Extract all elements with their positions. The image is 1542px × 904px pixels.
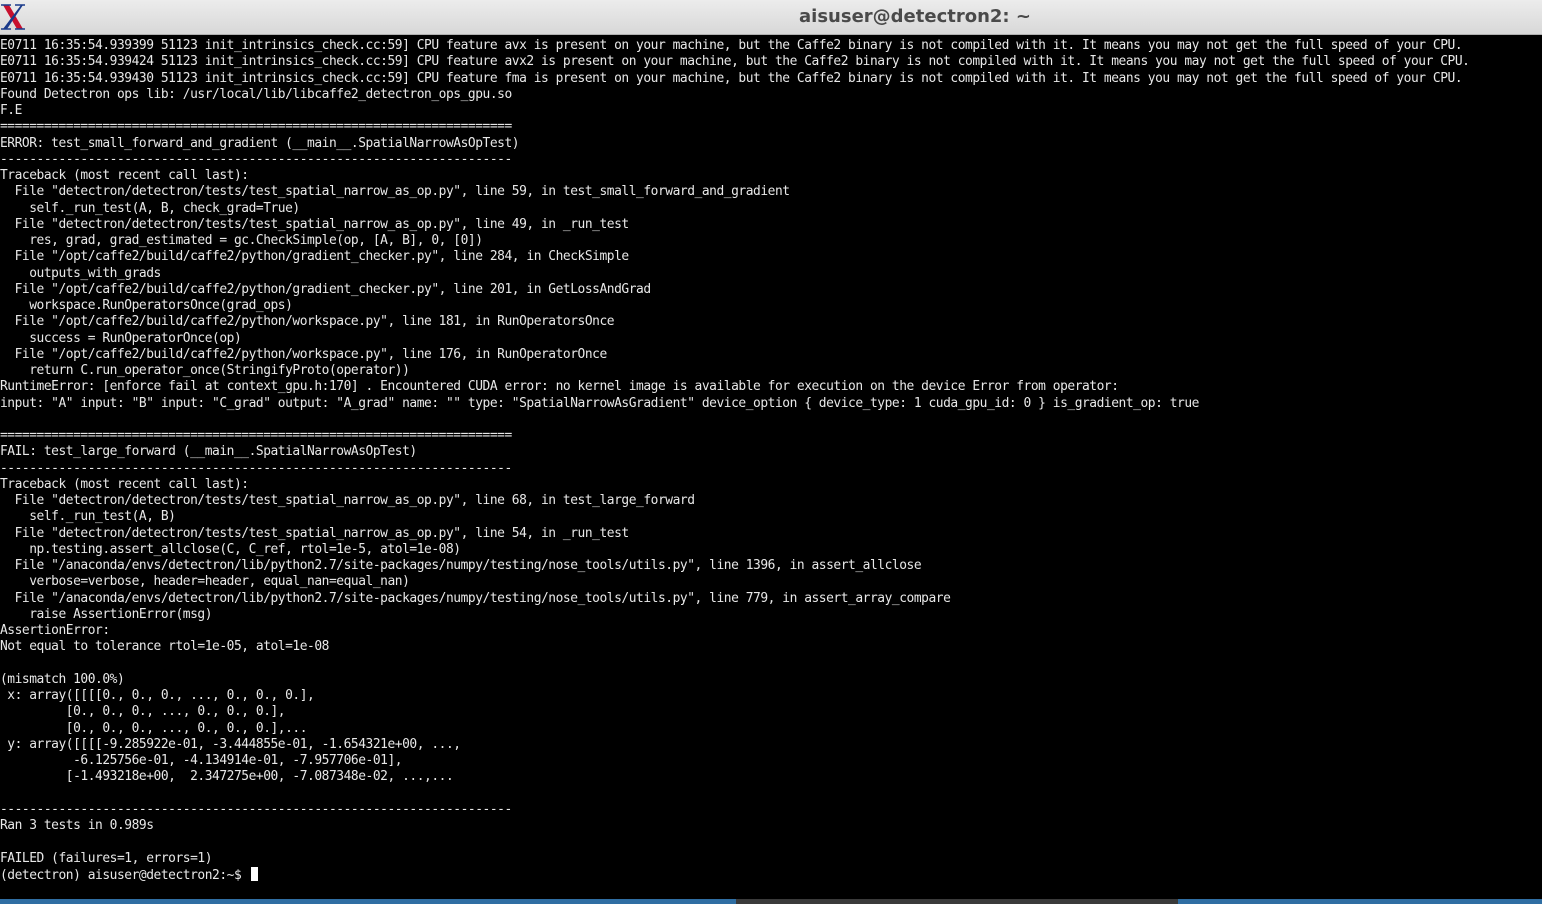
terminal-line: input: "A" input: "B" input: "C_grad" ou… [0, 395, 1199, 411]
terminal-line: F.E [0, 103, 22, 118]
terminal-line: ----------------------------------------… [0, 801, 512, 817]
terminal-line: success = RunOperatorOnce(op) [0, 330, 242, 346]
terminal-line: -6.125756e-01, -4.134914e-01, -7.957706e… [0, 753, 403, 768]
terminal-line: E0711 16:35:54.939424 51123 init_intrins… [0, 54, 1470, 70]
terminal-output[interactable]: E0711 16:35:54.939399 51123 init_intrins… [0, 38, 1542, 898]
text-cursor [250, 866, 258, 881]
terminal-line: ========================================… [0, 119, 512, 135]
terminal-line: ----------------------------------------… [0, 460, 512, 476]
taskbar-segment [736, 899, 1178, 904]
terminal-line: x: array([[[[0., 0., 0., ..., 0., 0., 0.… [0, 688, 315, 703]
terminal-line: return C.run_operator_once(StringifyProt… [0, 363, 410, 378]
terminal-line: Not equal to tolerance rtol=1e-05, atol=… [0, 639, 329, 655]
terminal-line: File "/opt/caffe2/build/caffe2/python/wo… [0, 346, 608, 362]
terminal-line: y: array([[[[-9.285922e-01, -3.444855e-0… [0, 736, 461, 752]
terminal-line: File "/anaconda/envs/detectron/lib/pytho… [0, 558, 922, 573]
terminal-line: RuntimeError: [enforce fail at context_g… [0, 379, 1119, 395]
title-bar[interactable]: aisuser@detectron2: ~ [0, 0, 1542, 35]
terminal-line: ----------------------------------------… [0, 151, 512, 167]
terminal-line: File "detectron/detectron/tests/test_spa… [0, 525, 630, 541]
terminal-line: FAILED (failures=1, errors=1) [0, 850, 213, 866]
terminal-line: res, grad, grad_estimated = gc.CheckSimp… [0, 233, 483, 248]
terminal-line: ========================================… [0, 428, 512, 443]
terminal-line: File "/opt/caffe2/build/caffe2/python/gr… [0, 249, 630, 265]
terminal-line: File "detectron/detectron/tests/test_spa… [0, 216, 630, 232]
terminal-line: workspace.RunOperatorsOnce(grad_ops) [0, 298, 293, 313]
terminal-line: np.testing.assert_allclose(C, C_ref, rto… [0, 541, 461, 557]
terminal-line: E0711 16:35:54.939399 51123 init_intrins… [0, 38, 1463, 53]
terminal-line: outputs_with_grads [0, 265, 161, 281]
terminal-line: E0711 16:35:54.939430 51123 init_intrins… [0, 70, 1463, 86]
terminal-line: FAIL: test_large_forward (__main__.Spati… [0, 444, 417, 460]
terminal-line: Found Detectron ops lib: /usr/local/lib/… [0, 86, 512, 102]
terminal-line: verbose=verbose, header=header, equal_na… [0, 574, 410, 590]
window-title: aisuser@detectron2: ~ [799, 6, 1031, 27]
terminal-line: [0., 0., 0., ..., 0., 0., 0.], [0, 704, 286, 720]
terminal-line: File "/opt/caffe2/build/caffe2/python/gr… [0, 281, 652, 297]
terminal-line: [-1.493218e+00, 2.347275e+00, -7.087348e… [0, 769, 454, 785]
terminal-line: File "detectron/detectron/tests/test_spa… [0, 493, 695, 508]
terminal-line: raise AssertionError(msg) [0, 606, 213, 622]
terminal-line: File "detectron/detectron/tests/test_spa… [0, 184, 790, 200]
terminal-line: ERROR: test_small_forward_and_gradient (… [0, 135, 520, 151]
terminal-line: [0., 0., 0., ..., 0., 0., 0.],... [0, 720, 308, 736]
shell-prompt[interactable]: (detectron) aisuser@detectron2:~$ [0, 866, 1542, 883]
terminal-line: (mismatch 100.0%) [0, 671, 125, 687]
terminal-line: File "/anaconda/envs/detectron/lib/pytho… [0, 590, 951, 606]
terminal-line: self._run_test(A, B, check_grad=True) [0, 200, 300, 216]
terminal-line: Ran 3 tests in 0.989s [0, 818, 154, 833]
terminal-window: aisuser@detectron2: ~ E0711 16:35:54.939… [0, 0, 1542, 904]
terminal-line: Traceback (most recent call last): [0, 168, 249, 183]
terminal-line: self._run_test(A, B) [0, 509, 176, 525]
taskbar-strip [0, 899, 1542, 904]
terminal-line: File "/opt/caffe2/build/caffe2/python/wo… [0, 314, 615, 330]
terminal-line: AssertionError: [0, 623, 110, 638]
prompt-text: (detectron) aisuser@detectron2:~$ [0, 867, 249, 883]
terminal-line: Traceback (most recent call last): [0, 476, 249, 492]
